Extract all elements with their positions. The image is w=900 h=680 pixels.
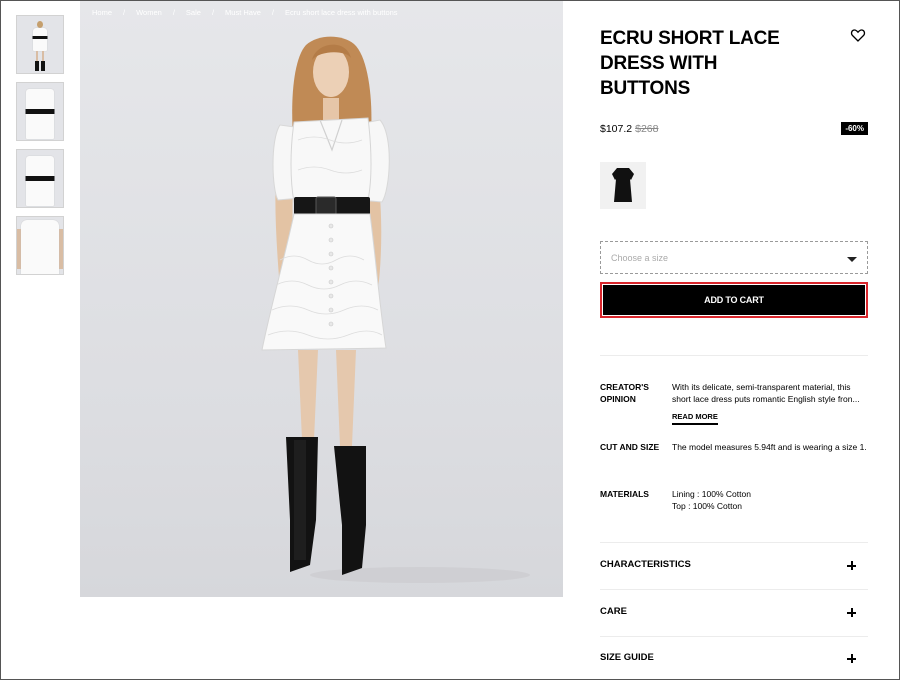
creators-opinion-row: CREATOR'S OPINION With its delicate, sem…	[600, 381, 868, 427]
thumbnail-belt-detail[interactable]	[16, 149, 64, 208]
accordion-label: SIZE GUIDE	[600, 652, 654, 663]
main-product-image[interactable]: Home / Women / Sale / Must Have / Ecru short lac…	[80, 0, 563, 597]
plus-icon	[847, 608, 856, 617]
accordion-care[interactable]: CARE	[600, 603, 868, 623]
add-to-cart-label: ADD TO CART	[603, 285, 865, 315]
materials-lining: Lining : 100% Cotton	[672, 489, 751, 499]
accordion-label: CARE	[600, 606, 627, 617]
heart-icon[interactable]	[850, 27, 866, 43]
materials-row: MATERIALS Lining : 100% Cotton Top : 100…	[600, 488, 868, 514]
breadcrumb-current: Ecru short lace dress with buttons	[284, 8, 398, 17]
read-more-link[interactable]: READ MORE	[672, 412, 718, 425]
breadcrumb-women[interactable]: Women	[136, 8, 162, 17]
breadcrumb: Home / Women / Sale / Must Have / Ecru short lac…	[92, 8, 398, 17]
accordion-characteristics[interactable]: CHARACTERISTICS	[600, 556, 868, 576]
color-swatch-black[interactable]	[600, 162, 646, 209]
thumbnail-closeup[interactable]	[16, 82, 64, 141]
breadcrumb-home[interactable]: Home	[92, 8, 112, 17]
cut-and-size-label: CUT AND SIZE	[600, 442, 660, 452]
creators-opinion-label: CREATOR'S OPINION	[600, 382, 649, 404]
divider	[600, 355, 868, 356]
discount-badge: -60%	[841, 122, 868, 135]
divider	[600, 542, 868, 543]
plus-icon	[847, 654, 856, 663]
creators-opinion-text: With its delicate, semi-transparent mate…	[672, 382, 860, 404]
product-title: ECRU SHORT LACE DRESS WITH BUTTONS	[600, 28, 780, 99]
size-dropdown[interactable]: Choose a size	[600, 241, 868, 274]
model-photo	[261, 36, 530, 583]
materials-text: Lining : 100% Cotton Top : 100% Cotton	[672, 488, 868, 512]
breadcrumb-sale[interactable]: Sale	[186, 8, 201, 17]
accordion-size-guide[interactable]: SIZE GUIDE	[600, 649, 868, 669]
divider	[600, 589, 868, 590]
cut-and-size-row: CUT AND SIZE The model measures 5.94ft a…	[600, 441, 868, 467]
cut-and-size-text: The model measures 5.94ft and is wearing…	[672, 442, 867, 452]
add-to-cart-button[interactable]: ADD TO CART	[600, 282, 868, 318]
chevron-down-icon	[847, 257, 857, 262]
thumbnail-back-detail[interactable]	[16, 216, 64, 275]
thumbnail-gallery	[16, 15, 64, 283]
original-price: $268	[635, 123, 659, 135]
size-placeholder: Choose a size	[611, 253, 669, 263]
materials-top: Top : 100% Cotton	[672, 501, 742, 511]
thumbnail-full-body[interactable]	[16, 15, 64, 74]
accordion-label: CHARACTERISTICS	[600, 559, 691, 570]
materials-label: MATERIALS	[600, 489, 649, 499]
breadcrumb-must-have[interactable]: Must Have	[225, 8, 261, 17]
plus-icon	[847, 561, 856, 570]
current-price: $107.2	[600, 123, 633, 135]
dress-swatch-image	[612, 168, 634, 202]
price: $107.2 $268	[600, 123, 658, 135]
divider	[600, 636, 868, 637]
